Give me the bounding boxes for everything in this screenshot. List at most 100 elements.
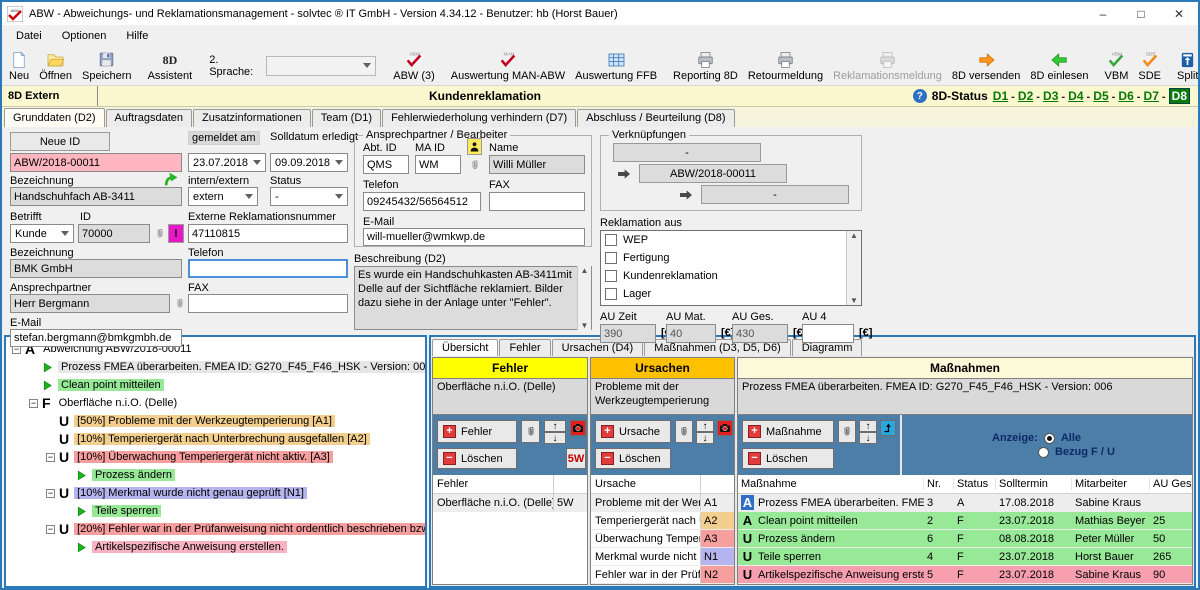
checkbox[interactable] <box>605 252 617 264</box>
tree-item[interactable]: Teile sperren <box>8 502 423 520</box>
column-header-mitarbeiter[interactable]: Mitarbeiter <box>1072 478 1150 490</box>
status-link-d2[interactable]: D2 <box>1018 89 1033 103</box>
fax-field[interactable] <box>188 294 348 313</box>
email-field[interactable]: stefan.bergmann@bmkgmbh.de <box>10 329 182 347</box>
move-down-button[interactable]: ↓ <box>859 432 877 444</box>
tree-item[interactable]: Clean point mitteilen <box>8 376 423 394</box>
ursachen-list-header[interactable]: Ursache <box>591 478 700 490</box>
5w-badge[interactable]: 5W <box>566 448 586 469</box>
neue-id-button[interactable]: Neue ID <box>10 132 110 151</box>
verknuepfung-bottom-field[interactable]: - <box>701 185 849 204</box>
tree-item[interactable]: Prozess ändern <box>8 466 423 484</box>
status-link-d8[interactable]: D8 <box>1169 88 1190 104</box>
checkbox-row-fertigung[interactable]: Fertigung <box>601 249 846 267</box>
massnahme-row[interactable]: UTeile sperren4F23.07.2018Horst Bauer265 <box>738 548 1192 566</box>
paperclip-icon[interactable] <box>153 224 167 243</box>
toolbar-sde-button[interactable]: SDESDE <box>1133 46 1166 85</box>
verknuepfung-top-field[interactable]: - <box>613 143 761 162</box>
delete-fehler-button[interactable]: −Löschen <box>437 448 517 469</box>
au-field-2[interactable]: 430 <box>732 324 788 343</box>
list-item[interactable]: Oberfläche n.i.O. (Delle)5W <box>433 494 587 512</box>
checkbox[interactable] <box>605 288 617 300</box>
toolbar-neu-button[interactable]: Neu <box>4 46 34 85</box>
massnahme-row[interactable]: AClean point mitteilen2F23.07.2018Mathia… <box>738 512 1192 530</box>
list-item[interactable]: Merkmal wurde nicht gena...N1 <box>591 548 734 566</box>
move-down-button[interactable]: ↓ <box>696 432 714 444</box>
person-icon[interactable] <box>467 138 482 155</box>
column-header-status[interactable]: Status <box>954 478 996 490</box>
status-link-d1[interactable]: D1 <box>993 89 1008 103</box>
status-link-d7[interactable]: D7 <box>1144 89 1159 103</box>
tree-item[interactable]: U[10%] Temperiergerät nach Unterbrechung… <box>8 430 423 448</box>
toolbar-speichern-button[interactable]: Speichern <box>77 46 137 85</box>
bezeichnung-field[interactable]: Handschuhfach AB-3411 <box>10 187 182 206</box>
tree-item[interactable]: Prozess FMEA überarbeiten. FMEA ID: G270… <box>8 358 423 376</box>
add-ursache-button[interactable]: +Ursache <box>595 420 671 443</box>
au-field-1[interactable]: 40 <box>666 324 716 343</box>
tree-item[interactable]: −U[10%] Überwachung Temperiergerät nicht… <box>8 448 423 466</box>
move-down-button[interactable]: ↓ <box>544 432 566 444</box>
radio-bezug[interactable] <box>1038 447 1049 458</box>
camera-button[interactable] <box>570 420 586 436</box>
panel-tab-fehler[interactable]: Fehler <box>499 339 550 356</box>
reklamation-aus-listbox[interactable]: WEPFertigungKundenreklamationLager ▲▼ <box>600 230 862 306</box>
bearbeiter-email-field[interactable]: will-mueller@wmkwp.de <box>363 228 585 246</box>
radio-bezug-label[interactable]: Bezug F / U <box>1055 446 1115 458</box>
fehler-list-header[interactable]: Fehler <box>433 478 553 490</box>
tree-item[interactable]: −U[20%] Fehler war in der Prüfanweisung … <box>8 520 423 538</box>
status-link-d4[interactable]: D4 <box>1068 89 1083 103</box>
beschreibung-textarea[interactable]: Es wurde ein Handschuhkasten AB-3411mit … <box>354 266 592 330</box>
status-link-d3[interactable]: D3 <box>1043 89 1058 103</box>
toolbar-auswertung-man-abw-button[interactable]: MANAuswertung MAN-ABW <box>446 46 570 85</box>
toolbar-assistent-button[interactable]: 8DAssistent <box>143 46 198 85</box>
checkbox[interactable] <box>605 234 617 246</box>
telefon-field[interactable] <box>188 259 348 278</box>
radio-alle-label[interactable]: Alle <box>1061 432 1081 444</box>
listbox-scrollbar[interactable]: ▲▼ <box>846 231 861 305</box>
massnahme-row[interactable]: AProzess FMEA überarbeiten. FMEA I...3A1… <box>738 494 1192 512</box>
delete-massnahme-button[interactable]: −Löschen <box>742 448 834 469</box>
maximize-button[interactable]: □ <box>1122 2 1160 25</box>
tree-expander-icon[interactable]: − <box>46 525 55 534</box>
betrifft-select[interactable]: Kunde <box>10 224 74 243</box>
move-up-button[interactable]: ↑ <box>859 420 877 432</box>
abt-id-field[interactable]: QMS <box>363 155 409 174</box>
tab-fehlerwiederholung-verhindern-d7-[interactable]: Fehlerwiederholung verhindern (D7) <box>382 109 576 127</box>
link-arrow-button[interactable] <box>880 420 896 436</box>
solldatum-date[interactable]: 09.09.2018 <box>270 153 348 172</box>
status-select[interactable]: - <box>270 187 348 206</box>
attach-button[interactable] <box>675 420 693 443</box>
massnahme-row[interactable]: UArtikelspezifische Anweisung erstellen.… <box>738 566 1192 584</box>
toolbar-8d-einlesen-button[interactable]: 8D einlesen <box>1025 46 1093 85</box>
tree-item[interactable]: −U[10%] Merkmal wurde nicht genau geprüf… <box>8 484 423 502</box>
externe-nr-field[interactable]: 47110815 <box>188 224 348 243</box>
tree-expander-icon[interactable]: − <box>46 453 55 462</box>
abw-id-field[interactable]: ABW/2018-00011 <box>10 153 182 172</box>
tree-item[interactable]: −FOberfläche n.i.O. (Delle) <box>8 394 423 412</box>
toolbar-8d-versenden-button[interactable]: 8D versenden <box>947 46 1026 85</box>
list-item[interactable]: Temperiergerät nach Unter...A2 <box>591 512 734 530</box>
column-header-solltermin[interactable]: Solltermin <box>996 478 1072 490</box>
checkbox-row-kundenreklamation[interactable]: Kundenreklamation <box>601 267 846 285</box>
ansprechpartner-field[interactable]: Herr Bergmann <box>10 294 170 313</box>
move-up-button[interactable]: ↑ <box>696 420 714 432</box>
radio-alle[interactable] <box>1044 433 1055 444</box>
column-header-nr-[interactable]: Nr. <box>924 478 954 490</box>
column-header-ma-nahme[interactable]: Maßnahme <box>738 478 924 490</box>
toolbar-retourmeldung-button[interactable]: Retourmeldung <box>743 46 828 85</box>
move-up-button[interactable]: ↑ <box>544 420 566 432</box>
checkbox-row-wep[interactable]: WEP <box>601 231 846 249</box>
tree-expander-icon[interactable]: − <box>29 399 38 408</box>
intern-extern-select[interactable]: extern <box>188 187 258 206</box>
toolbar--ffnen-button[interactable]: Öffnen <box>34 46 77 85</box>
status-link-d6[interactable]: D6 <box>1118 89 1133 103</box>
paperclip-icon[interactable] <box>173 294 187 313</box>
toolbar-split-button[interactable]: Split <box>1172 46 1200 85</box>
tab-zusatzinformationen[interactable]: Zusatzinformationen <box>193 109 311 127</box>
tab-grunddaten-d2-[interactable]: Grunddaten (D2) <box>4 108 105 127</box>
toolbar-vbm-button[interactable]: VBMVBM <box>1100 46 1134 85</box>
attach-button[interactable] <box>521 420 540 443</box>
menu-hilfe[interactable]: Hilfe <box>116 27 158 45</box>
kunde-name-field[interactable]: BMK GmbH <box>10 259 182 278</box>
toolbar-reporting-8d-button[interactable]: Reporting 8D <box>668 46 743 85</box>
